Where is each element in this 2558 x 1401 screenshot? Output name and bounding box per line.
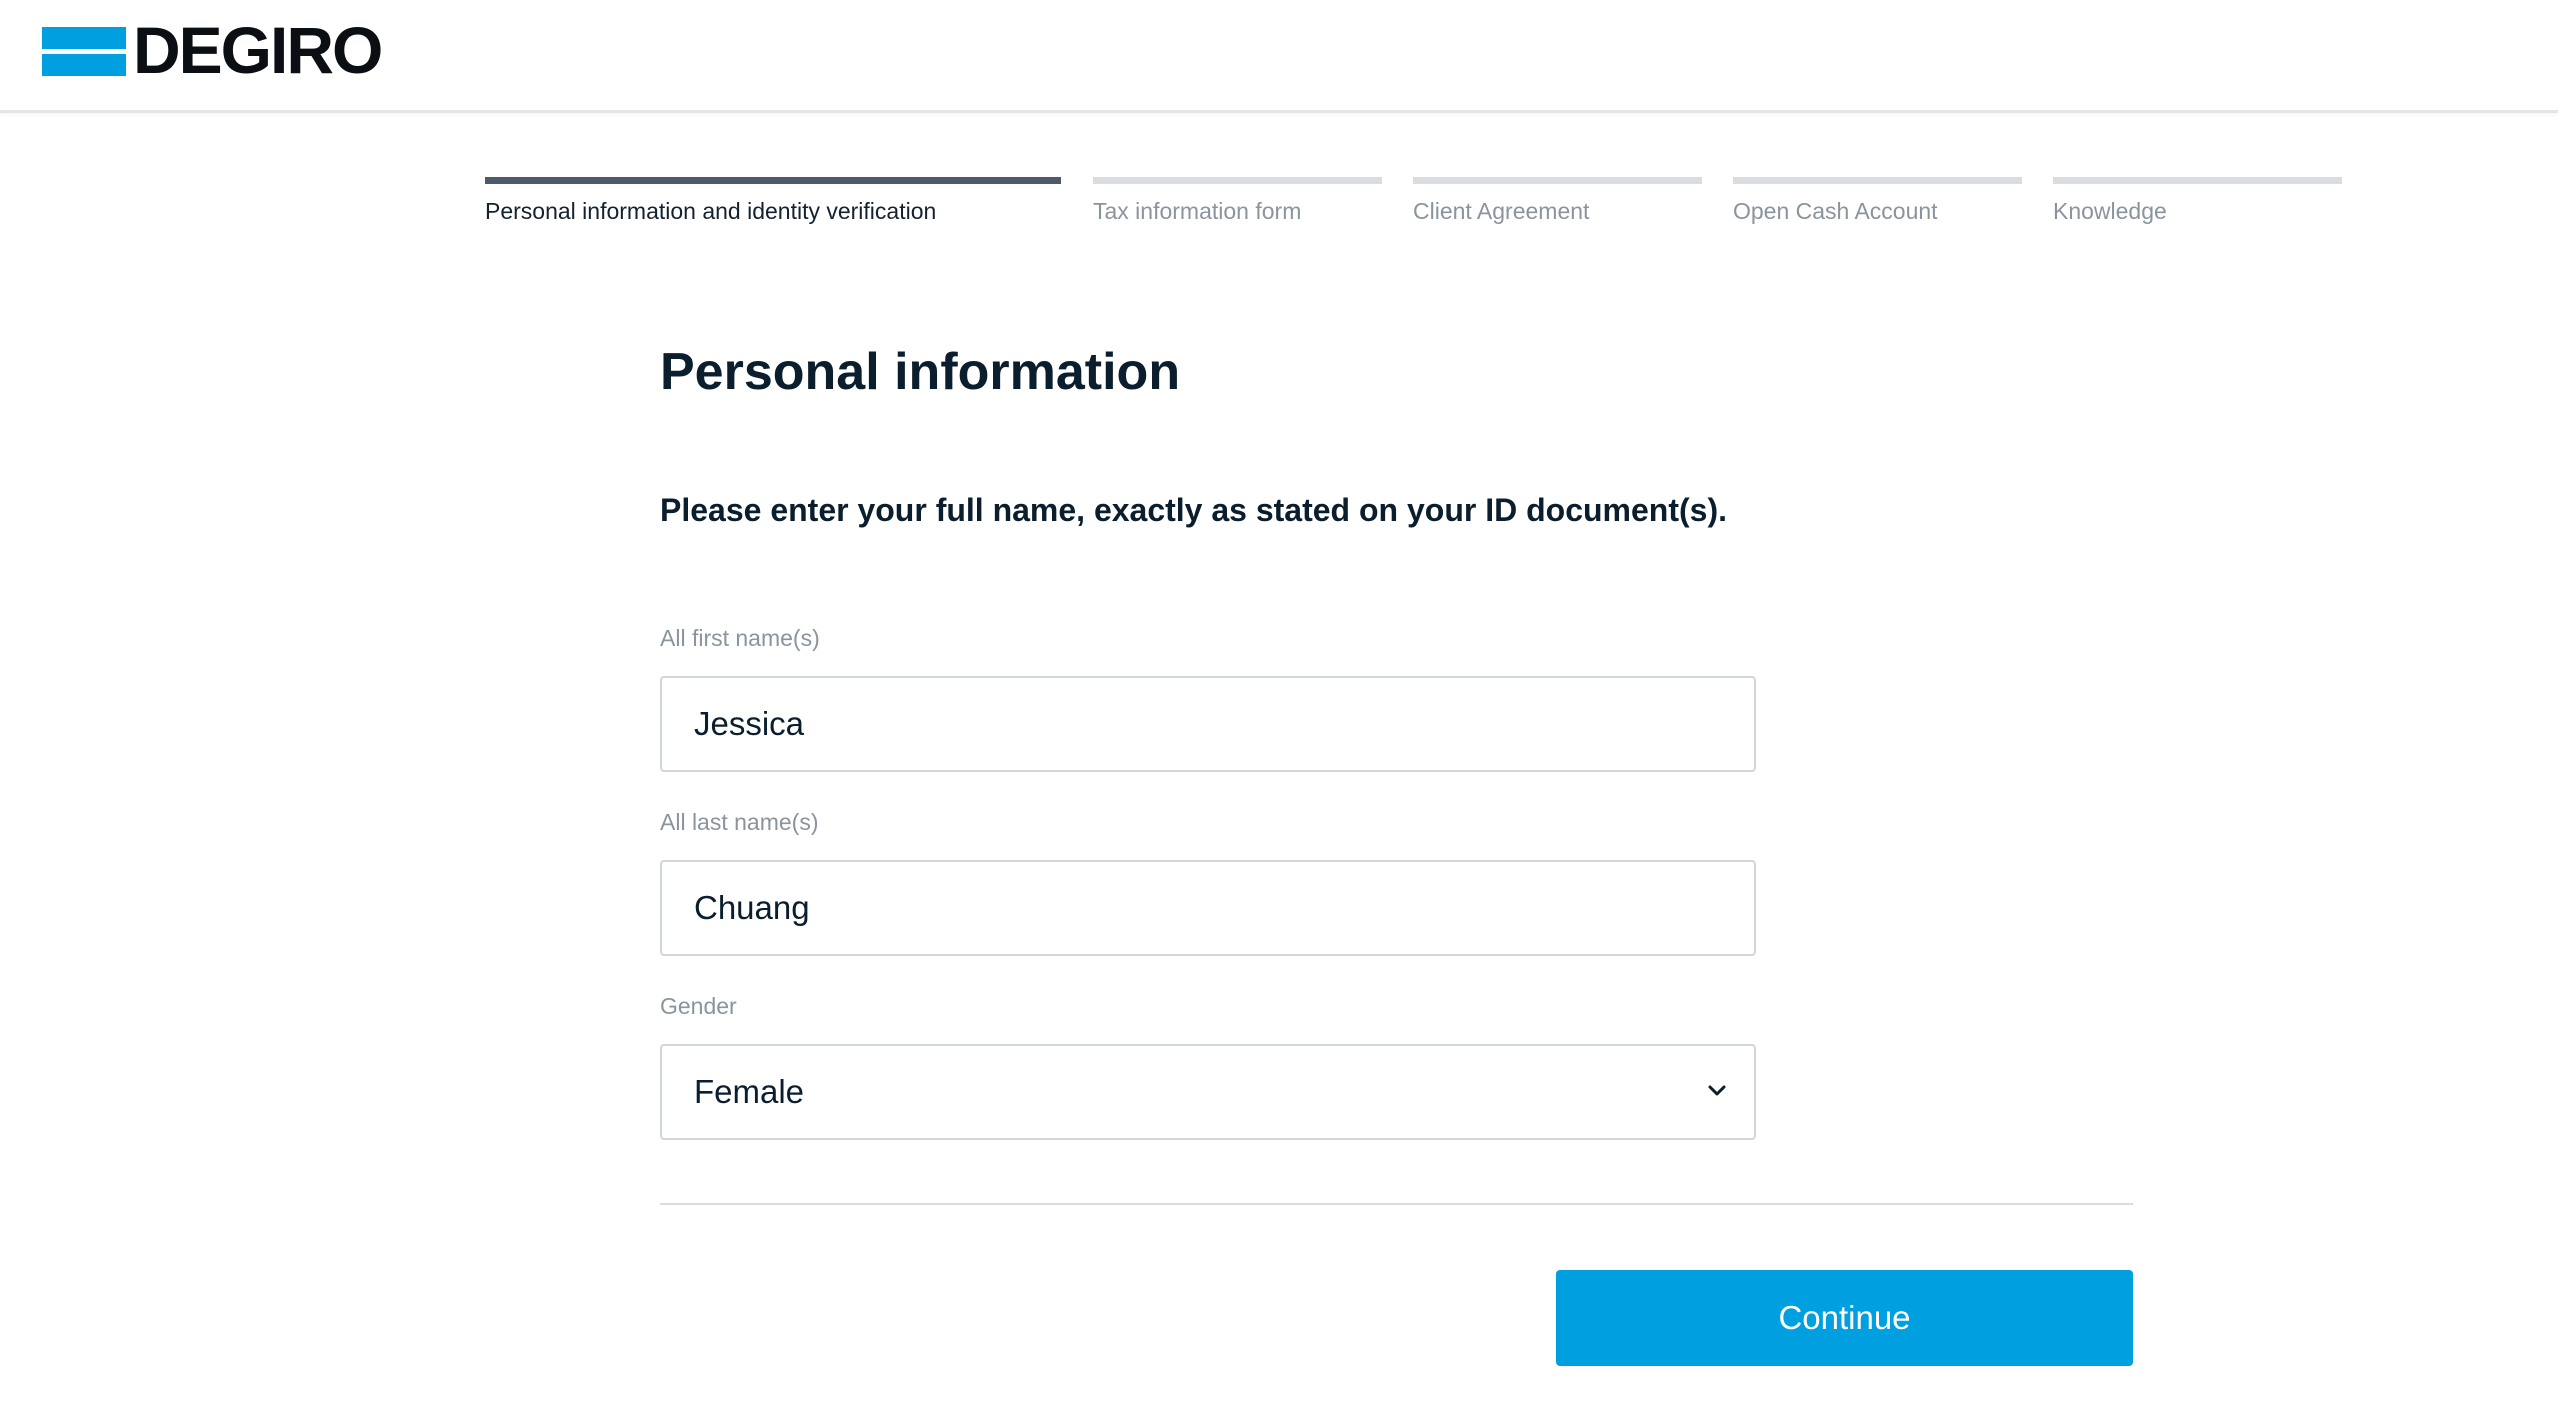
- degiro-logo-icon: [42, 24, 126, 76]
- first-name-input[interactable]: [694, 678, 1694, 770]
- gender-selected-value: Female: [694, 1073, 805, 1110]
- continue-button[interactable]: Continue: [1556, 1270, 2133, 1366]
- last-name-input[interactable]: [694, 862, 1694, 954]
- step-knowledge: Knowledge: [2053, 177, 2342, 237]
- step-personal-information: Personal information and identity verifi…: [485, 177, 1061, 237]
- gender-select[interactable]: Female: [660, 1044, 1756, 1140]
- brand-name: DEGIRO: [133, 12, 383, 87]
- step-client-agreement: Client Agreement: [1413, 177, 1702, 237]
- step-progress-bar: [1413, 177, 1702, 184]
- step-label: Knowledge: [2053, 198, 2167, 224]
- step-progress-bar: [485, 177, 1061, 184]
- step-progress-bar: [1093, 177, 1382, 184]
- top-header: DEGIRO: [0, 0, 2558, 113]
- page-title: Personal information: [660, 343, 1181, 401]
- degiro-logo[interactable]: DEGIRO: [42, 17, 383, 83]
- onboarding-stepper: Personal information and identity verifi…: [485, 177, 2342, 237]
- step-label: Tax information form: [1093, 198, 1302, 224]
- form-divider: [660, 1203, 2133, 1205]
- step-label: Client Agreement: [1413, 198, 1590, 224]
- step-label: Open Cash Account: [1733, 198, 1938, 224]
- step-progress-bar: [1733, 177, 2022, 184]
- step-tax-information-form: Tax information form: [1093, 177, 1382, 237]
- last-name-field[interactable]: [660, 860, 1756, 956]
- step-open-cash-account: Open Cash Account: [1733, 177, 2022, 237]
- step-label: Personal information and identity verifi…: [485, 198, 937, 224]
- last-name-label: All last name(s): [660, 809, 819, 835]
- chevron-down-icon: [1708, 1085, 1726, 1096]
- form-instruction: Please enter your full name, exactly as …: [660, 492, 1727, 528]
- first-name-field[interactable]: [660, 676, 1756, 772]
- step-progress-bar: [2053, 177, 2342, 184]
- first-name-label: All first name(s): [660, 625, 820, 651]
- gender-label: Gender: [660, 993, 737, 1019]
